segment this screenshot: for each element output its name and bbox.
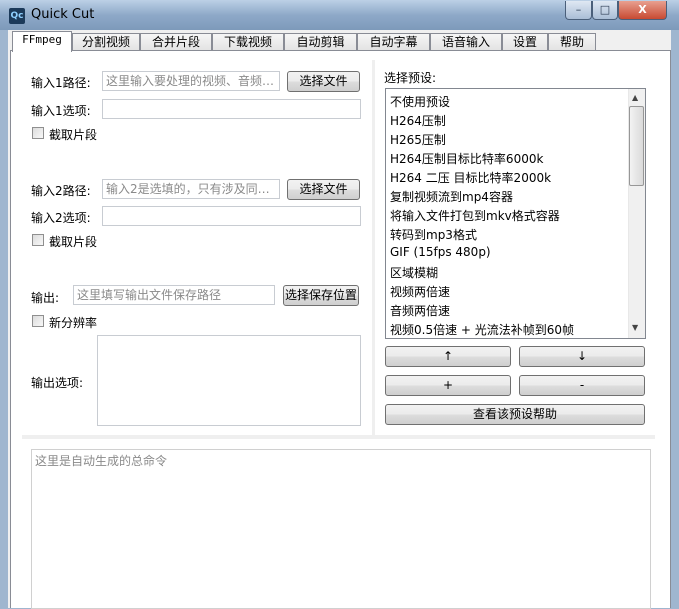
presets-list[interactable]: 不使用预设 H264压制 H265压制 H264压制目标比特率6000k H264 二压… bbox=[385, 88, 646, 339]
new-resolution-checkbox[interactable] bbox=[32, 315, 44, 327]
scroll-down-icon[interactable]: ▼ bbox=[632, 323, 638, 332]
output-options-label: 输出选项: bbox=[31, 376, 84, 390]
output-label: 输出: bbox=[31, 291, 60, 305]
output-path-field[interactable]: 这里填写输出文件保存路径 bbox=[73, 285, 275, 305]
tab-merge-clips[interactable]: 合并片段 bbox=[140, 33, 212, 51]
tab-download-video[interactable]: 下载视频 bbox=[212, 33, 284, 51]
app-icon: Qc bbox=[9, 8, 25, 24]
move-up-button[interactable]: ↑ bbox=[385, 346, 511, 367]
input1-clip-checkbox[interactable] bbox=[32, 127, 44, 139]
input1-options-field[interactable] bbox=[102, 99, 361, 119]
input1-path-field[interactable]: 这里输入要处理的视频、音频… bbox=[102, 71, 280, 91]
preset-item[interactable]: 视频0.5倍速 + 光流法补帧到60帧 bbox=[390, 321, 574, 338]
preset-item[interactable]: 视频两倍速 bbox=[390, 283, 450, 300]
scroll-up-icon[interactable]: ▲ bbox=[632, 93, 638, 102]
vertical-splitter[interactable] bbox=[372, 60, 375, 435]
new-resolution-label: 新分辨率 bbox=[49, 316, 98, 330]
tab-help[interactable]: 帮助 bbox=[548, 33, 596, 51]
presets-label: 选择预设: bbox=[384, 71, 437, 85]
input2-choose-file-button[interactable]: 选择文件 bbox=[287, 179, 360, 200]
input2-options-field[interactable] bbox=[102, 206, 361, 226]
horizontal-splitter[interactable] bbox=[22, 435, 655, 439]
preset-help-button[interactable]: 查看该预设帮助 bbox=[385, 404, 645, 425]
tab-ffmpeg[interactable]: FFmpeg bbox=[12, 31, 72, 52]
scrollbar-thumb[interactable] bbox=[629, 106, 644, 186]
preset-item[interactable]: GIF (15fps 480p) bbox=[390, 245, 491, 259]
input2-options-label: 输入2选项: bbox=[31, 211, 91, 225]
close-button[interactable]: X bbox=[618, 1, 667, 20]
tab-split-video[interactable]: 分割视频 bbox=[72, 33, 140, 51]
tab-auto-subtitle[interactable]: 自动字幕 bbox=[357, 33, 430, 51]
preset-item[interactable]: H265压制 bbox=[390, 131, 446, 148]
input2-path-label: 输入2路径: bbox=[31, 184, 91, 198]
preset-item[interactable]: 区域模糊 bbox=[390, 264, 438, 281]
tab-settings[interactable]: 设置 bbox=[502, 33, 548, 51]
input1-clip-label: 截取片段 bbox=[49, 128, 98, 142]
preset-item[interactable]: H264 二压 目标比特率2000k bbox=[390, 169, 551, 186]
remove-preset-button[interactable]: - bbox=[519, 375, 645, 396]
input2-clip-label: 截取片段 bbox=[49, 235, 98, 249]
preset-item[interactable]: H264压制目标比特率6000k bbox=[390, 150, 543, 167]
preset-item[interactable]: H264压制 bbox=[390, 112, 446, 129]
tab-voice-input[interactable]: 语音输入 bbox=[430, 33, 502, 51]
add-preset-button[interactable]: + bbox=[385, 375, 511, 396]
tab-auto-edit[interactable]: 自动剪辑 bbox=[284, 33, 357, 51]
preset-item[interactable]: 转码到mp3格式 bbox=[390, 226, 477, 243]
minimize-button[interactable]: – bbox=[565, 1, 592, 20]
preset-item[interactable]: 不使用预设 bbox=[390, 93, 450, 110]
choose-save-location-button[interactable]: 选择保存位置 bbox=[283, 285, 359, 306]
preset-item[interactable]: 复制视频流到mp4容器 bbox=[390, 188, 513, 205]
input2-clip-checkbox[interactable] bbox=[32, 234, 44, 246]
input1-path-label: 输入1路径: bbox=[31, 76, 91, 90]
preset-item[interactable]: 音频两倍速 bbox=[390, 302, 450, 319]
preset-item[interactable]: 将输入文件打包到mkv格式容器 bbox=[390, 207, 560, 224]
input1-options-label: 输入1选项: bbox=[31, 104, 91, 118]
maximize-button[interactable]: □ bbox=[592, 1, 618, 20]
command-textarea[interactable]: 这里是自动生成的总命令 bbox=[31, 449, 651, 609]
move-down-button[interactable]: ↓ bbox=[519, 346, 645, 367]
window-title: Quick Cut bbox=[31, 7, 95, 22]
input1-choose-file-button[interactable]: 选择文件 bbox=[287, 71, 360, 92]
input2-path-field[interactable]: 输入2是选填的，只有涉及同… bbox=[102, 179, 280, 199]
output-options-textarea[interactable] bbox=[97, 335, 361, 426]
